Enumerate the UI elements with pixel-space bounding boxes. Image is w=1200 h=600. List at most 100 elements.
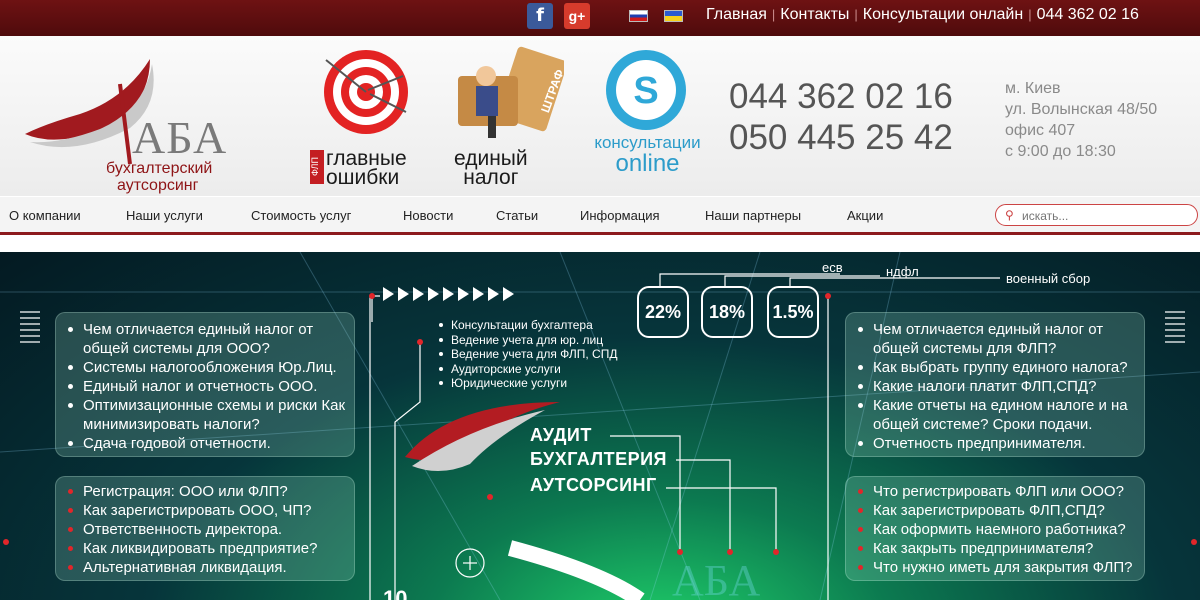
faq-link[interactable]: Единый налог и отчетность ООО. (56, 377, 354, 396)
phone-2[interactable]: 050 445 25 42 (729, 117, 953, 158)
faq-panel-right-bottom: Что регистрировать ФЛП или ООО? Как заре… (845, 476, 1145, 581)
rate-label: есв (822, 260, 843, 275)
faq-link[interactable]: Как зарегистрировать ФЛП,СПД? (846, 501, 1144, 520)
address-city: м. Киев (1005, 80, 1061, 97)
nav-item-articles[interactable]: Статьи (496, 208, 538, 223)
rate-label: военный сбор (1006, 271, 1091, 286)
faq-link[interactable]: Альтернативная ликвидация. (56, 558, 354, 577)
faq-link[interactable]: Как оформить наемного работника? (846, 520, 1144, 539)
ukrainian-flag-icon[interactable] (664, 10, 683, 22)
rate-esv: 22% (637, 286, 689, 338)
service-item[interactable]: Консультации бухгалтера (436, 318, 617, 333)
promo-online-consult[interactable]: S консультации online (580, 48, 715, 188)
faq-link[interactable]: Что нужно иметь для закрытия ФЛП? (846, 558, 1144, 577)
promo-single-tax[interactable]: ШТРАФ единый налог (448, 46, 568, 188)
faq-link[interactable]: Какие налоги платит ФЛП,СПД? (846, 377, 1144, 396)
logo-subtitle: бухгалтерский (106, 160, 213, 177)
nav-item-prices[interactable]: Стоимость услуг (251, 208, 351, 223)
arrow-icon (503, 287, 514, 301)
top-link-separator: | (771, 7, 776, 22)
faq-link[interactable]: Какие отчеты на едином налоге и на общей… (846, 396, 1144, 434)
main-nav: О компании Наши услуги Стоимость услуг Н… (0, 197, 1200, 235)
faq-link[interactable]: Что регистрировать ФЛП или ООО? (846, 482, 1144, 501)
google-plus-icon[interactable]: g+ (564, 3, 590, 29)
skype-icon: S (606, 50, 686, 130)
phones-block: 044 362 02 16 050 445 25 42 (729, 76, 953, 158)
faq-link[interactable]: Оптимизационные схемы и риски Как миними… (56, 396, 354, 434)
top-link-contacts[interactable]: Контакты (780, 6, 849, 23)
promo-caption-line: ошибки (326, 166, 400, 189)
logo[interactable]: АБА бухгалтерский аутсорсинг (20, 54, 260, 194)
top-link-phone[interactable]: 044 362 02 16 (1037, 6, 1139, 23)
headline-audit[interactable]: АУДИТ (530, 425, 592, 446)
faq-link[interactable]: Системы налогообложения Юр.Лиц. (56, 358, 354, 377)
facebook-icon[interactable]: f (527, 3, 553, 29)
faq-panel-left-top: Чем отличается единый налог от общей сис… (55, 312, 355, 457)
header: АБА бухгалтерский аутсорсинг ФЛП главные… (0, 36, 1200, 196)
faq-link[interactable]: Сдача годовой отчетности. (56, 434, 354, 453)
search-box[interactable]: ⚲ (995, 204, 1198, 226)
service-item[interactable]: Ведение учета для юр. лиц (436, 333, 617, 348)
faq-link[interactable]: Как закрыть предпринимателя? (846, 539, 1144, 558)
promo-caption: главные ошибки (326, 148, 407, 189)
arrows-decoration (383, 287, 543, 305)
nav-item-promotions[interactable]: Акции (847, 208, 883, 223)
headline-outsourcing[interactable]: АУТСОРСИНГ (530, 475, 657, 496)
arrow-icon (443, 287, 454, 301)
search-input[interactable] (1022, 208, 1187, 223)
services-list: Консультации бухгалтера Ведение учета дл… (436, 318, 617, 391)
counter-number: 10 (383, 586, 408, 600)
top-link-separator: | (1028, 7, 1032, 22)
address-block: м. Киев ул. Волынская 48/50 офис 407 с 9… (1005, 78, 1157, 162)
phone-1[interactable]: 044 362 02 16 (729, 76, 953, 117)
top-links: Главная | Контакты | Консультации онлайн | 044… (706, 6, 1139, 24)
top-bar: f g+ Главная | Контакты | Консультации онлай… (0, 0, 1200, 36)
service-item[interactable]: Юридические услуги (436, 376, 617, 391)
search-icon[interactable]: ⚲ (1005, 208, 1014, 222)
arrow-icon (458, 287, 469, 301)
service-item[interactable]: Аудиторские услуги (436, 362, 617, 377)
rate-military-fee: 1.5% (767, 286, 819, 338)
faq-panel-left-bottom: Регистрация: ООО или ФЛП? Как зарегистри… (55, 476, 355, 581)
nav-item-info[interactable]: Информация (580, 208, 660, 223)
arrow-icon (488, 287, 499, 301)
address-street: ул. Волынская 48/50 (1005, 101, 1158, 118)
address-hours: с 9:00 до 18:30 (1005, 143, 1116, 160)
faq-link[interactable]: Ответственность директора. (56, 520, 354, 539)
arrow-icon (383, 287, 394, 301)
promo-caption: единый налог (454, 148, 528, 188)
nav-item-news[interactable]: Новости (403, 208, 453, 223)
watermark-logo: АБА (672, 556, 761, 600)
target-icon (324, 50, 408, 134)
promo-main-mistakes[interactable]: ФЛП главные ошибки (298, 46, 428, 189)
faq-link[interactable]: Регистрация: ООО или ФЛП? (56, 482, 354, 501)
nav-item-services[interactable]: Наши услуги (126, 208, 203, 223)
top-link-separator: | (854, 7, 858, 22)
headline-accounting[interactable]: БУХГАЛТЕРИЯ (530, 449, 667, 470)
nav-item-about[interactable]: О компании (9, 208, 81, 223)
logo-text: АБА (132, 112, 228, 163)
address-office: офис 407 (1005, 122, 1076, 139)
russian-flag-icon[interactable] (629, 10, 648, 22)
promo-caption-line: online (615, 150, 680, 177)
promo-badge: ФЛП (310, 150, 324, 184)
arrow-icon (473, 287, 484, 301)
service-item[interactable]: Ведение учета для ФЛП, СПД (436, 347, 617, 362)
faq-link[interactable]: Как выбрать группу единого налога? (846, 358, 1144, 377)
faq-panel-right-top: Чем отличается единый налог от общей сис… (845, 312, 1145, 457)
logo-subtitle: аутсорсинг (117, 177, 199, 194)
faq-link[interactable]: Чем отличается единый налог от общей сис… (846, 320, 1144, 358)
rate-ndfl: 18% (701, 286, 753, 338)
faq-link[interactable]: Чем отличается единый налог от общей сис… (56, 320, 354, 358)
top-link-online-consult[interactable]: Консультации онлайн (863, 6, 1023, 23)
arrow-icon (398, 287, 409, 301)
faq-link[interactable]: Как зарегистрировать ООО, ЧП? (56, 501, 354, 520)
faq-link[interactable]: Как ликвидировать предприятие? (56, 539, 354, 558)
nav-item-partners[interactable]: Наши партнеры (705, 208, 801, 223)
rate-label: ндфл (886, 264, 919, 279)
faq-link[interactable]: Отчетность предпринимателя. (846, 434, 1144, 453)
top-link-home[interactable]: Главная (706, 6, 767, 23)
promo-caption: консультации online (580, 134, 715, 176)
arrow-icon (413, 287, 424, 301)
arrow-icon (428, 287, 439, 301)
